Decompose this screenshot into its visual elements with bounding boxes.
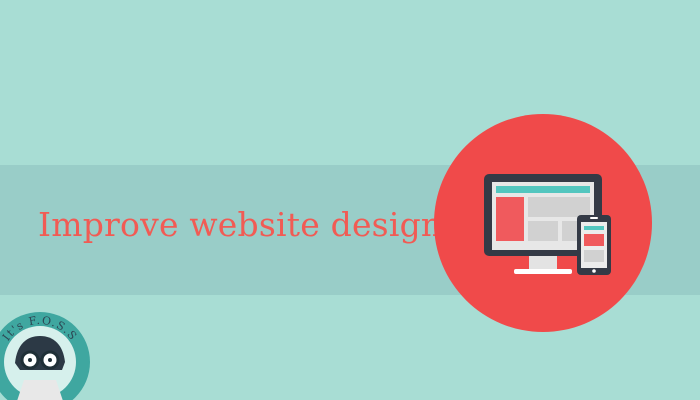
phone-speaker xyxy=(590,217,598,219)
badge-glasses-bridge xyxy=(38,358,42,361)
phone-content-block xyxy=(584,250,604,262)
monitor-base xyxy=(514,269,572,274)
badge-left-eye-icon xyxy=(28,358,32,362)
phone-banner xyxy=(584,234,604,246)
screen-hero-block xyxy=(528,197,590,217)
badge-right-eye-icon xyxy=(48,358,52,362)
hero-canvas: Improve website design It's F.O.S.S xyxy=(0,0,700,400)
monitor-stand xyxy=(529,256,557,270)
headline-text: Improve website design xyxy=(38,205,443,244)
phone-home-button xyxy=(592,269,596,273)
responsive-devices-icon xyxy=(484,174,611,275)
its-foss-logo-icon: It's F.O.S.S xyxy=(0,312,90,400)
screen-card-left xyxy=(528,221,558,241)
screen-sidebar xyxy=(496,197,524,241)
phone-header-bar xyxy=(584,226,604,230)
screen-header-bar xyxy=(496,186,590,193)
